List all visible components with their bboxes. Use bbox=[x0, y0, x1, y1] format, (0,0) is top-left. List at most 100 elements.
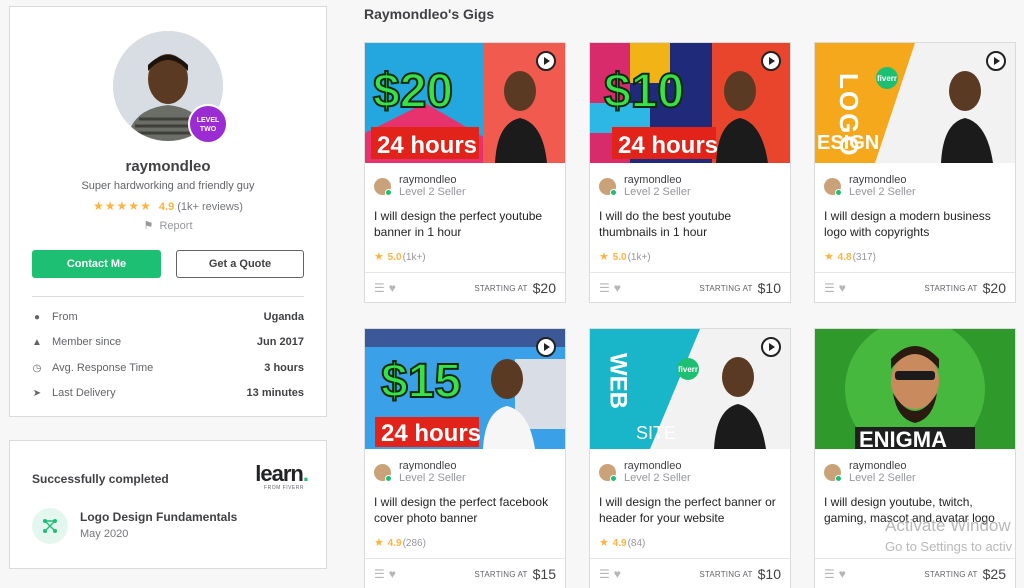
gig-card[interactable]: $15 24 hours raymondleo Level 2 Seller I… bbox=[364, 328, 566, 588]
menu-icon[interactable]: ☰ bbox=[599, 281, 610, 295]
stat-value: 3 hours bbox=[264, 362, 304, 374]
stat-value: 13 minutes bbox=[246, 387, 304, 399]
get-quote-button[interactable]: Get a Quote bbox=[176, 250, 304, 278]
svg-text:$10: $10 bbox=[604, 65, 684, 118]
star-icon: ★ bbox=[824, 251, 834, 263]
seller-name: raymondleo bbox=[624, 174, 682, 186]
play-video-icon[interactable] bbox=[761, 337, 781, 357]
gig-card[interactable]: $20 24 hours raymondleo Level 2 Seller I… bbox=[364, 42, 566, 303]
location-pin-icon: ● bbox=[33, 311, 41, 323]
gig-title[interactable]: I will design the perfect facebook cover… bbox=[374, 494, 562, 526]
gig-title[interactable]: I will design the perfect banner or head… bbox=[599, 494, 787, 526]
gig-rating-count: (1k+) bbox=[627, 252, 651, 263]
star-icon: ★ bbox=[599, 251, 609, 263]
seller-name: raymondleo bbox=[849, 460, 907, 472]
seller-level: Level 2 Seller bbox=[849, 186, 916, 198]
menu-icon[interactable]: ☰ bbox=[824, 567, 835, 581]
gig-footer: ☰ ♥ STARTING AT $20 bbox=[365, 272, 565, 302]
svg-text:ESIGN: ESIGN bbox=[817, 132, 879, 154]
gig-thumbnail[interactable]: $10 24 hours bbox=[590, 43, 790, 163]
rating-value: 4.9 bbox=[158, 201, 175, 213]
flag-icon: ⚑ bbox=[143, 220, 154, 232]
gig-card[interactable]: $10 24 hours raymondleo Level 2 Seller I… bbox=[589, 42, 791, 303]
heart-icon[interactable]: ♥ bbox=[614, 567, 621, 581]
star-icon: ★ bbox=[374, 537, 384, 549]
rating-stars-icon: ★★★★★ bbox=[93, 199, 152, 213]
seller-avatar bbox=[599, 177, 617, 196]
gig-card[interactable]: fiverr WEB SITE raymondleo Level 2 Selle… bbox=[589, 328, 791, 588]
course-network-icon bbox=[32, 508, 68, 544]
menu-icon[interactable]: ☰ bbox=[599, 567, 610, 581]
gig-thumbnail[interactable]: fiverr WEB SITE bbox=[590, 329, 790, 449]
play-video-icon[interactable] bbox=[536, 51, 556, 71]
reviews-count[interactable]: (1k+ reviews) bbox=[177, 201, 243, 213]
gig-seller[interactable]: raymondleo Level 2 Seller bbox=[824, 174, 916, 198]
svg-text:ENIGMA: ENIGMA bbox=[859, 427, 947, 449]
gig-seller[interactable]: raymondleo Level 2 Seller bbox=[824, 460, 916, 484]
gig-price: $25 bbox=[982, 566, 1006, 582]
stat-label: From bbox=[52, 311, 78, 323]
gig-seller[interactable]: raymondleo Level 2 Seller bbox=[374, 460, 466, 484]
heart-icon[interactable]: ♥ bbox=[839, 567, 846, 581]
gig-rating-value: 4.9 bbox=[387, 538, 402, 549]
seller-tagline: Super hardworking and friendly guy bbox=[81, 180, 255, 192]
play-video-icon[interactable] bbox=[536, 337, 556, 357]
seller-username[interactable]: raymondleo bbox=[10, 158, 326, 175]
stat-last-delivery: ➤ Last Delivery 13 minutes bbox=[32, 385, 304, 401]
svg-text:24 hours: 24 hours bbox=[618, 132, 718, 159]
starting-at-label: STARTING AT bbox=[474, 569, 528, 579]
gig-thumbnail[interactable]: ENIGMA bbox=[815, 329, 1015, 449]
gig-card[interactable]: fiverr LOGO ESIGN raymondleo Level 2 Sel… bbox=[814, 42, 1016, 303]
gig-price: $10 bbox=[757, 566, 781, 582]
gig-thumbnail[interactable]: $15 24 hours bbox=[365, 329, 565, 449]
learn-logo-word: learn bbox=[255, 461, 304, 486]
gig-footer: ☰ ♥ STARTING AT $15 bbox=[365, 558, 565, 588]
menu-icon[interactable]: ☰ bbox=[374, 567, 385, 581]
starting-at-label: STARTING AT bbox=[474, 283, 528, 293]
gigs-section-title: Raymondleo's Gigs bbox=[364, 6, 495, 22]
stat-member-since: ▲ Member since Jun 2017 bbox=[32, 334, 304, 350]
gig-price: $20 bbox=[532, 280, 556, 296]
seller-profile-card: LEVEL TWO raymondleo Super hardworking a… bbox=[9, 6, 327, 417]
play-video-icon[interactable] bbox=[761, 51, 781, 71]
play-video-icon[interactable] bbox=[986, 51, 1006, 71]
seller-level: Level 2 Seller bbox=[399, 186, 466, 198]
gig-title[interactable]: I will do the best youtube thumbnails in… bbox=[599, 208, 787, 240]
watermark-line-1: Activate Window bbox=[885, 516, 1011, 535]
gig-seller[interactable]: raymondleo Level 2 Seller bbox=[599, 174, 691, 198]
activate-windows-watermark: Activate Window Go to Settings to activ bbox=[885, 516, 1012, 554]
gig-title[interactable]: I will design the perfect youtube banner… bbox=[374, 208, 562, 240]
contact-me-button[interactable]: Contact Me bbox=[32, 250, 161, 278]
svg-text:SITE: SITE bbox=[636, 423, 676, 443]
course-name[interactable]: Logo Design Fundamentals bbox=[80, 510, 237, 524]
heart-icon[interactable]: ♥ bbox=[389, 567, 396, 581]
seller-avatar bbox=[374, 463, 392, 482]
star-icon: ★ bbox=[374, 251, 384, 263]
seller-avatar bbox=[824, 463, 842, 482]
gig-seller[interactable]: raymondleo Level 2 Seller bbox=[374, 174, 466, 198]
seller-level: Level 2 Seller bbox=[624, 186, 691, 198]
gig-footer: ☰ ♥ STARTING AT $25 bbox=[815, 558, 1015, 588]
report-link[interactable]: ⚑ Report bbox=[10, 219, 326, 232]
heart-icon[interactable]: ♥ bbox=[839, 281, 846, 295]
menu-icon[interactable]: ☰ bbox=[824, 281, 835, 295]
gig-thumbnail[interactable]: fiverr LOGO ESIGN bbox=[815, 43, 1015, 163]
seller-avatar bbox=[599, 463, 617, 482]
gig-footer: ☰ ♥ STARTING AT $10 bbox=[590, 558, 790, 588]
gig-price: $20 bbox=[982, 280, 1006, 296]
starting-at-label: STARTING AT bbox=[924, 569, 978, 579]
paper-plane-icon: ➤ bbox=[32, 387, 42, 399]
gig-title[interactable]: I will design a modern business logo wit… bbox=[824, 208, 1012, 240]
gig-thumbnail[interactable]: $20 24 hours bbox=[365, 43, 565, 163]
learn-logo[interactable]: learn. FROM FIVERR bbox=[236, 461, 309, 492]
gig-seller[interactable]: raymondleo Level 2 Seller bbox=[599, 460, 691, 484]
starting-at-label: STARTING AT bbox=[924, 283, 978, 293]
heart-icon[interactable]: ♥ bbox=[389, 281, 396, 295]
heart-icon[interactable]: ♥ bbox=[614, 281, 621, 295]
learn-certificate-card: Successfully completed learn. FROM FIVER… bbox=[9, 440, 327, 569]
menu-icon[interactable]: ☰ bbox=[374, 281, 385, 295]
seller-level: Level 2 Seller bbox=[399, 472, 466, 484]
seller-name: raymondleo bbox=[624, 460, 682, 472]
gig-price: $15 bbox=[532, 566, 556, 582]
seller-avatar bbox=[374, 177, 392, 196]
